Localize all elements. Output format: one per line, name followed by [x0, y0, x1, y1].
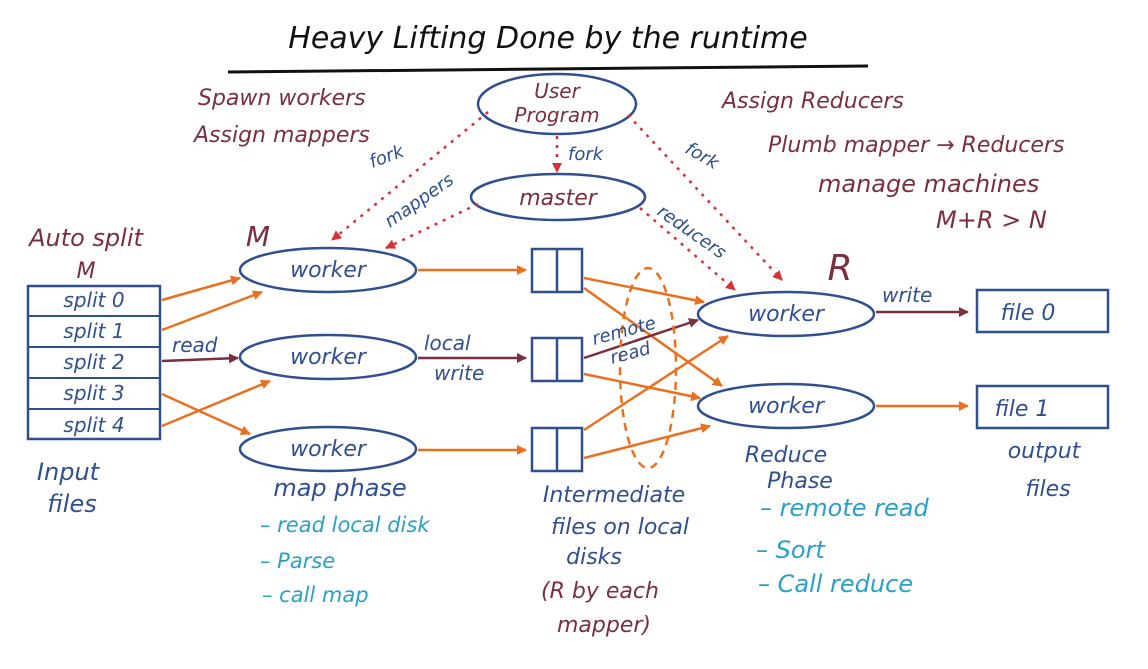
fork-line-right — [627, 114, 783, 281]
input-files-label-1: Input — [37, 458, 101, 486]
note-assign-mappers: Assign mappers — [192, 123, 370, 148]
read-label: read — [172, 333, 218, 357]
split-read-arrow — [161, 353, 239, 364]
map-phase-step: – call map — [262, 583, 369, 607]
split-4: split 4 — [63, 413, 124, 437]
m-label: M — [246, 220, 270, 253]
partition-oval — [618, 266, 678, 470]
note-assign-reducers: Assign Reducers — [720, 89, 904, 114]
split-3: split 3 — [63, 381, 124, 405]
auto-split-label: Auto split — [27, 224, 144, 252]
intermediate-file-box — [530, 247, 584, 294]
shuffle-arrow — [583, 423, 711, 460]
reduce-worker-label: worker — [748, 394, 826, 419]
note-manage-machines: manage machines — [818, 170, 1039, 198]
split-2: split 2 — [63, 350, 124, 374]
write-label: write — [882, 283, 932, 307]
output-file-label: file 1 — [995, 397, 1050, 422]
split-1: split 1 — [63, 319, 124, 343]
intermediate-label-2: files on local — [551, 515, 689, 540]
map-phase-step: – read local disk — [260, 513, 430, 537]
intermediate-label-3: disks — [566, 545, 622, 570]
reduce-phase-title-1: Reduce — [745, 443, 827, 468]
intermediate-file-box — [530, 426, 584, 473]
intermediate-label-1: Intermediate — [543, 483, 685, 508]
split-0: split 0 — [63, 288, 124, 312]
reduce-worker-label: worker — [748, 302, 826, 327]
note-spawn-workers: Spawn workers — [198, 86, 366, 111]
diagram-title: Heavy Lifting Done by the runtime — [288, 21, 807, 56]
master-label: master — [519, 186, 599, 211]
map-phase-step: – Parse — [260, 549, 335, 573]
split-to-worker-arrow — [161, 392, 251, 436]
shuffle-arrow — [583, 276, 705, 306]
reduce-phase-step: – Call reduce — [758, 570, 913, 598]
split-to-worker-arrow — [161, 275, 241, 302]
r-label: R — [827, 248, 852, 289]
note-m-plus-r: M+R > N — [936, 206, 1047, 234]
output-files-label-2: files — [1025, 477, 1070, 502]
map-worker-label: worker — [290, 258, 368, 283]
local-label: local — [424, 331, 471, 355]
user-program-label-2: Program — [514, 103, 599, 127]
mappers-label: mappers — [381, 169, 458, 232]
reduce-phase-step: – remote read — [760, 494, 929, 522]
input-files-label-2: files — [47, 490, 96, 518]
reduce-phase-title-2: Phase — [767, 469, 833, 494]
fork-label-mid: fork — [568, 144, 605, 165]
mapreduce-diagram: Heavy Lifting Done by the runtime Spawn … — [26, 21, 1110, 638]
map-phase-title: map phase — [273, 474, 406, 502]
fork-label-right: fork — [682, 138, 724, 175]
user-program-label-1: User — [534, 79, 581, 103]
reducers-label: reducers — [653, 201, 730, 264]
title-underline — [227, 64, 869, 74]
output-file-label: file 0 — [1001, 301, 1056, 326]
map-worker-label: worker — [290, 437, 368, 462]
shuffle-arrow — [583, 372, 701, 402]
intermediate-note-2: mapper) — [557, 613, 651, 638]
split-to-worker-arrow — [161, 290, 263, 332]
note-plumb: Plumb mapper → Reducers — [768, 133, 1064, 158]
intermediate-note-1: (R by each — [541, 579, 659, 604]
reduce-phase-step: – Sort — [756, 536, 826, 564]
auto-split-m: M — [77, 259, 96, 284]
fork-label-left: fork — [367, 140, 409, 172]
output-files-label-1: output — [1008, 439, 1082, 464]
map-worker-label: worker — [290, 345, 368, 370]
write-label-local: write — [434, 361, 484, 385]
intermediate-file-box — [530, 336, 584, 383]
